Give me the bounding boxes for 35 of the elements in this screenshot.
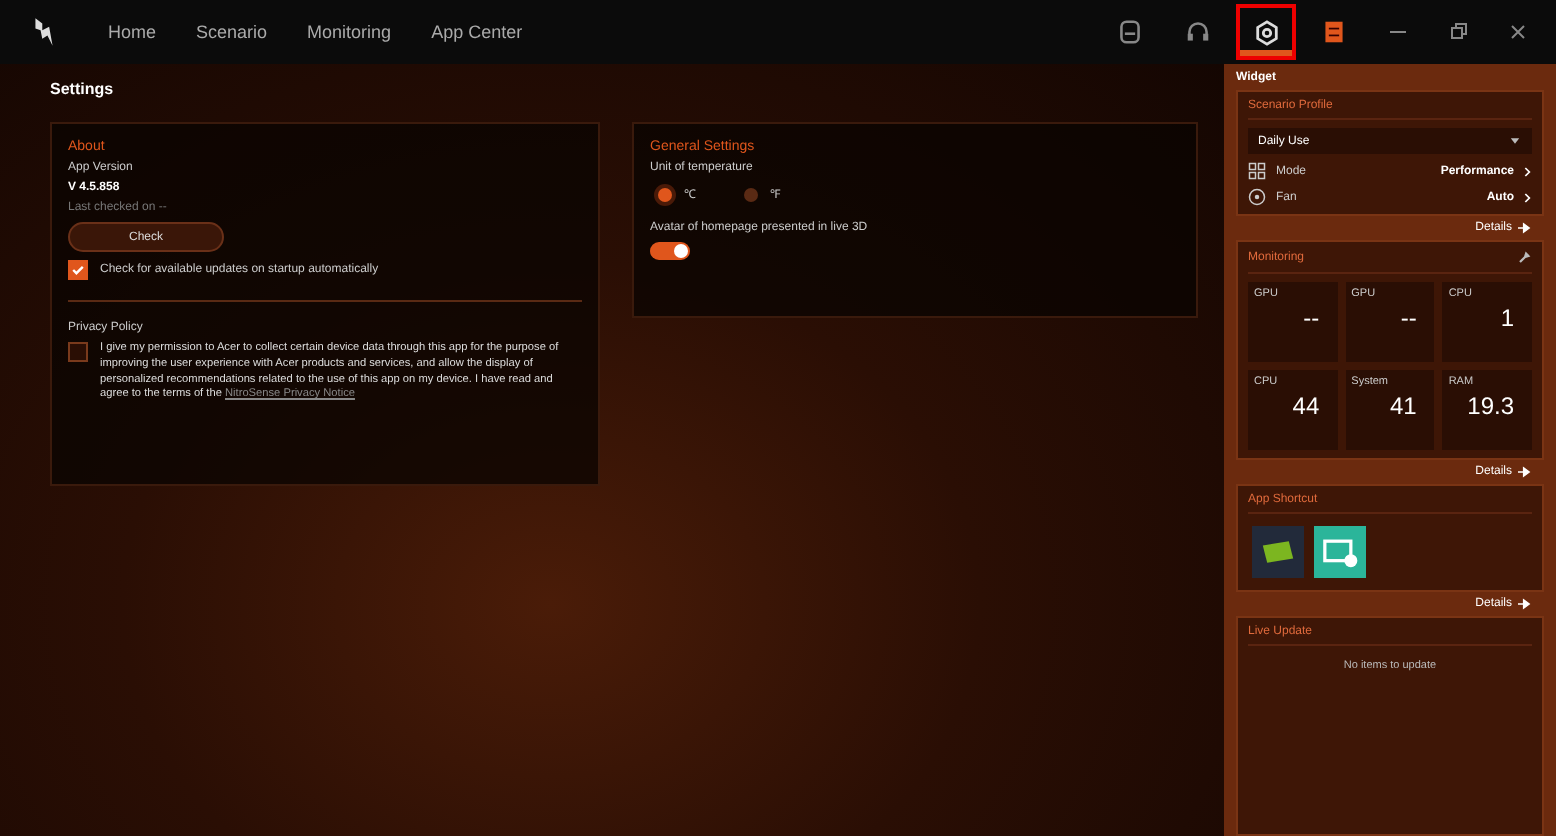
radio-button[interactable] — [658, 187, 672, 201]
fan-icon — [1248, 188, 1266, 206]
close-icon[interactable] — [1508, 22, 1528, 42]
tile-value: 1 — [1498, 304, 1514, 332]
restore-icon[interactable] — [1448, 22, 1468, 42]
tile-value: -- — [1301, 304, 1320, 332]
settings-icon — [1253, 19, 1279, 45]
arrow-right-icon — [1518, 222, 1532, 234]
toggle-switch[interactable] — [650, 242, 690, 260]
profile-icon — [1118, 20, 1142, 44]
tile-value: 44 — [1290, 392, 1320, 420]
pin-icon[interactable] — [1516, 250, 1532, 266]
widget-panel-icon — [1322, 20, 1346, 44]
settings-button[interactable] — [1236, 4, 1296, 60]
screen-app-icon[interactable] — [1314, 526, 1366, 578]
arrow-right-icon — [1518, 466, 1532, 478]
checkbox[interactable] — [68, 342, 88, 362]
headset-icon — [1186, 20, 1210, 44]
chevron-right-icon — [1524, 165, 1532, 177]
logo-icon — [32, 16, 56, 48]
dropdown-caret-icon — [1508, 134, 1522, 148]
arrow-right-icon — [1518, 598, 1532, 610]
graphics-app-icon[interactable] — [1252, 526, 1304, 578]
checkbox[interactable] — [68, 260, 88, 280]
chevron-right-icon — [1524, 191, 1532, 203]
nav-tab[interactable]: Scenario — [180, 14, 284, 50]
nav-tab[interactable]: App Center — [415, 14, 539, 50]
nav-tab[interactable]: Monitoring — [291, 14, 408, 50]
radio-button[interactable] — [744, 187, 758, 201]
tile-value: 19.3 — [1465, 392, 1514, 420]
nav-tab[interactable]: Home — [92, 14, 173, 50]
tile-value: -- — [1398, 304, 1417, 332]
page-title: Settings — [50, 80, 116, 98]
tile-value: 41 — [1387, 392, 1417, 420]
grid-icon — [1248, 162, 1266, 180]
